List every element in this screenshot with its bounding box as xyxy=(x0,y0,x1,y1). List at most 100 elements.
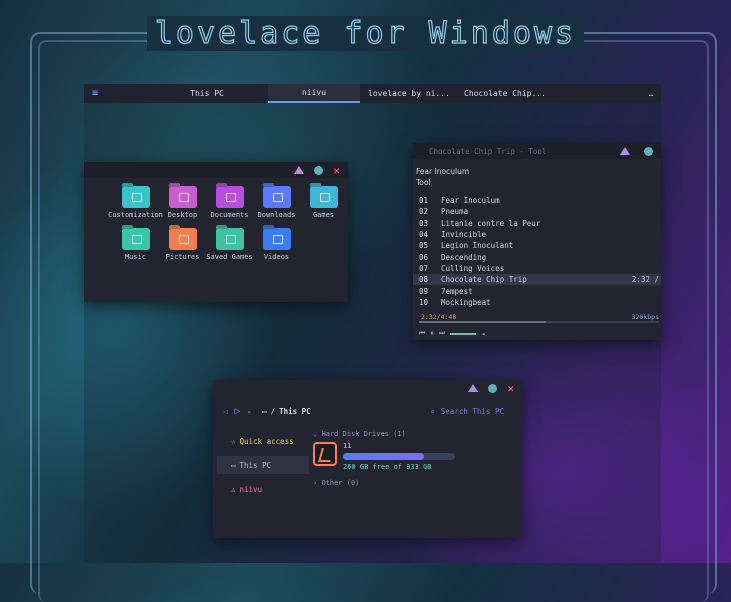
folder-glyph-icon xyxy=(272,193,283,202)
folder-item[interactable]: Downloads xyxy=(253,186,300,220)
maximize-icon[interactable] xyxy=(488,383,498,393)
track-row[interactable]: 06 Descending xyxy=(413,251,661,262)
track-num: 04 xyxy=(419,230,429,240)
track-row[interactable]: 10 Mockingbeat xyxy=(413,297,661,308)
track-row[interactable]: 07 Culling Voices xyxy=(413,263,661,274)
bitrate: 320kbps xyxy=(631,313,659,321)
track-num: 09 xyxy=(419,286,429,296)
sidebar-item[interactable]: ♙ niivu xyxy=(217,480,309,498)
track-name: 7empest xyxy=(441,286,473,296)
track-row[interactable]: 04 Invincible xyxy=(413,229,661,240)
more-icon[interactable]: … xyxy=(641,89,661,98)
monitor-icon: ▭ xyxy=(262,406,267,416)
folder-label: Music xyxy=(124,253,147,261)
folder-icon xyxy=(262,228,291,250)
breadcrumb-this-pc: This PC xyxy=(279,406,311,416)
folder-label: Downloads xyxy=(257,211,296,219)
back-icon[interactable]: ◁ xyxy=(223,407,228,416)
sidebar-item-label: This PC xyxy=(239,460,272,470)
folder-grid: Customization Desktop Documents Downloads Ga… xyxy=(108,186,347,262)
folder-item[interactable]: Games xyxy=(300,186,347,220)
track-row[interactable]: 05 Legion Inoculant xyxy=(413,240,661,251)
folder-glyph-icon xyxy=(178,193,189,202)
folder-label: Saved Games xyxy=(206,253,253,261)
next-icon[interactable]: ⏭ xyxy=(439,329,445,338)
nav-buttons: ◁ ▷ ▸ xyxy=(213,406,252,417)
folder-item[interactable]: Desktop xyxy=(159,186,206,220)
track-list: 01 Fear Inoculum 02 Pneuma 03 Litanie contre … xyxy=(413,195,661,308)
track-name: Mockingbeat xyxy=(441,297,491,307)
track-num: 03 xyxy=(419,218,429,228)
section-hard-disk-drives[interactable]: ⌄ Hard Disk Drives (1) xyxy=(313,430,513,438)
track-row[interactable]: 02 Pneuma xyxy=(413,206,661,217)
folder-item[interactable]: Documents xyxy=(206,186,253,220)
sidebar-item[interactable]: ▭ This PC xyxy=(217,456,309,474)
track-name: Chocolate Chip Trip xyxy=(441,275,527,285)
playback-time: 2:32/4:48 xyxy=(421,313,457,321)
breadcrumb[interactable]: ▭ / This PC xyxy=(262,407,311,416)
folder-icon xyxy=(121,186,150,208)
volume-slider[interactable] xyxy=(450,332,477,335)
section-other[interactable]: › Other (0) xyxy=(313,479,513,487)
folder-icon xyxy=(309,186,338,208)
minimize-icon[interactable] xyxy=(468,384,479,392)
minimize-icon[interactable] xyxy=(294,166,305,174)
hero-title-text: lovelace for Windows xyxy=(146,15,585,52)
star-icon: ☆ xyxy=(231,436,236,446)
taskbar-tab-niivu[interactable]: niivu xyxy=(268,84,360,103)
playback-controls: ⏮ ⏸ ⏭ ◂ xyxy=(419,329,485,338)
folder-item[interactable]: Music xyxy=(112,228,159,262)
track-row[interactable]: 03 Litanie contre la Peur xyxy=(413,218,661,229)
album-info: Fear Inoculum Tool xyxy=(416,166,469,188)
folder-item[interactable]: Pictures xyxy=(159,228,206,262)
track-row[interactable]: 01 Fear Inoculum xyxy=(413,195,661,206)
taskbar-tab-this-pc[interactable]: This PC xyxy=(146,84,268,103)
search-box[interactable]: ⌕ Search This PC xyxy=(430,407,522,416)
previous-icon[interactable]: ⏮ xyxy=(419,329,425,338)
folder-icon xyxy=(121,228,150,250)
volume-icon[interactable]: ◂ xyxy=(481,330,485,338)
pause-icon[interactable]: ⏸ xyxy=(430,329,434,338)
track-name: Pneuma xyxy=(441,207,469,217)
track-num: 07 xyxy=(419,263,429,273)
music-player-window: Chocolate Chip Trip - Tool Fear Inoculum… xyxy=(413,143,661,340)
track-row[interactable]: 08 Chocolate Chip Trip 2:32 / xyxy=(413,274,661,286)
track-name: Descending xyxy=(441,252,487,262)
track-num: 06 xyxy=(419,252,429,262)
user-icon: ♙ xyxy=(231,484,236,494)
forward-icon[interactable]: ▷ xyxy=(235,406,241,417)
folder-item[interactable]: Videos xyxy=(253,228,300,262)
track-duration: 2:32 / xyxy=(631,275,659,285)
folder-label: Documents xyxy=(210,211,249,219)
taskbar-tab-chocolate-chip[interactable]: Chocolate Chip... xyxy=(458,84,552,103)
explorer-sidebar: ☆ Quick access ▭ This PC ♙ niivu xyxy=(217,432,309,504)
drive-item[interactable]: 11 260 GB free of 933 GB xyxy=(313,442,513,471)
close-icon[interactable]: ✕ xyxy=(507,383,514,394)
sidebar-item-label: Quick access xyxy=(239,436,294,446)
folder-icon xyxy=(215,228,244,250)
track-name: Culling Voices xyxy=(441,263,505,273)
track-row[interactable]: 09 7empest xyxy=(413,285,661,296)
seek-bar[interactable] xyxy=(419,321,659,323)
close-icon[interactable]: ✕ xyxy=(333,165,340,176)
maximize-icon[interactable] xyxy=(314,165,324,175)
sidebar-item[interactable]: ☆ Quick access xyxy=(217,432,309,450)
taskbar-tab-lovelace[interactable]: lovelace by ni... xyxy=(360,84,458,103)
track-num: 05 xyxy=(419,241,429,251)
folder-item[interactable]: Saved Games xyxy=(206,228,253,262)
folder-label: Pictures xyxy=(165,253,200,261)
drive-free-text: 260 GB free of 933 GB xyxy=(343,463,432,471)
search-placeholder: Search This PC xyxy=(440,406,504,416)
maximize-icon[interactable] xyxy=(644,146,653,156)
hero-title: lovelace for Windows xyxy=(0,15,731,52)
folders-window: ✕ Customization Desktop Documents Downloads… xyxy=(84,162,348,302)
dropdown-icon[interactable]: ▸ xyxy=(248,407,253,416)
folder-item[interactable]: Customization xyxy=(108,186,163,220)
folder-label: Games xyxy=(312,211,335,219)
minimize-icon[interactable] xyxy=(620,147,630,155)
drive-usage-bar xyxy=(343,453,455,460)
track-num: 02 xyxy=(419,207,429,217)
hamburger-menu-icon[interactable]: ≡ xyxy=(84,88,106,99)
folder-label: Videos xyxy=(263,253,290,261)
chevron-down-icon: ⌄ xyxy=(313,430,318,438)
